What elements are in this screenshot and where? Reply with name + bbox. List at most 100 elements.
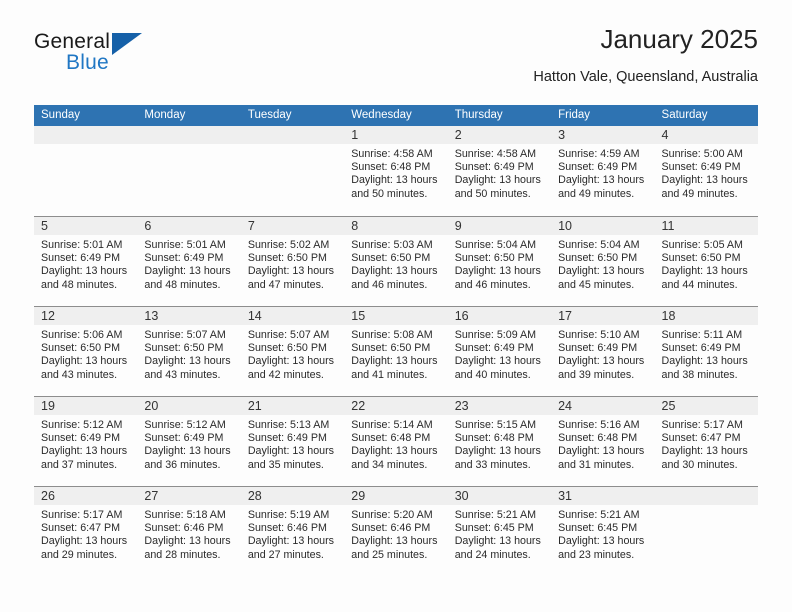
day-details: Sunrise: 5:17 AM Sunset: 6:47 PM Daylight:… [34,505,137,562]
day-cell[interactable]: 7 Sunrise: 5:02 AM Sunset: 6:50 PM Daylight… [240,217,345,306]
generalblue-logo[interactable]: General Blue [34,30,184,82]
sunrise-time: Sunrise: 5:05 AM [661,239,743,251]
day-cell[interactable]: 28 Sunrise: 5:19 AM Sunset: 6:46 PM Dayligh… [240,487,345,576]
daylight-duration-line2: and 37 minutes. [41,458,118,471]
daylight-duration-line2: and 41 minutes. [351,368,428,381]
day-details: Sunrise: 5:07 AM Sunset: 6:50 PM Daylight:… [137,325,240,382]
day-cell[interactable]: 16 Sunrise: 5:09 AM Sunset: 6:49 PM Dayligh… [447,307,552,396]
day-cell[interactable]: 6 Sunrise: 5:01 AM Sunset: 6:49 PM Daylight… [137,217,241,306]
day-cell[interactable]: 17 Sunrise: 5:10 AM Sunset: 6:49 PM Dayligh… [551,307,655,396]
weekday-header-wednesday: Wednesday [351,109,412,121]
day-details: Sunrise: 5:19 AM Sunset: 6:46 PM Daylight:… [241,505,344,562]
sunset-time: Sunset: 6:49 PM [41,252,121,265]
day-cell[interactable]: 21 Sunrise: 5:13 AM Sunset: 6:49 PM Dayligh… [240,397,345,486]
day-number: 15 [351,309,366,323]
day-details: Sunrise: 5:01 AM Sunset: 6:49 PM Daylight:… [137,235,240,292]
day-cell[interactable]: 18 Sunrise: 5:11 AM Sunset: 6:49 PM Dayligh… [654,307,758,396]
sunrise-time: Sunrise: 4:58 AM [351,148,433,160]
day-details: Sunrise: 5:13 AM Sunset: 6:49 PM Daylight:… [241,415,344,472]
day-cell[interactable]: 5 Sunrise: 5:01 AM Sunset: 6:49 PM Daylight… [34,217,138,306]
day-cell[interactable]: 4 Sunrise: 5:00 AM Sunset: 6:49 PM Daylight… [654,126,758,216]
sunset-time: Sunset: 6:50 PM [247,342,327,355]
day-cell[interactable]: 29 Sunrise: 5:20 AM Sunset: 6:46 PM Dayligh… [344,487,448,576]
weekday-header-friday: Friday [558,109,591,121]
day-number: 28 [247,489,262,503]
day-number: 30 [454,489,469,503]
day-cell[interactable]: 1 Sunrise: 4:58 AM Sunset: 6:48 PM Daylight… [344,126,448,216]
day-cell[interactable]: 8 Sunrise: 5:03 AM Sunset: 6:50 PM Daylight… [344,217,448,306]
day-number-bar [240,217,345,235]
daylight-duration-line2: and 42 minutes. [247,368,324,381]
day-cell[interactable]: 26 Sunrise: 5:17 AM Sunset: 6:47 PM Dayligh… [34,487,138,576]
day-cell[interactable]: 24 Sunrise: 5:16 AM Sunset: 6:48 PM Dayligh… [551,397,655,486]
day-cell[interactable]: 12 Sunrise: 5:06 AM Sunset: 6:50 PM Dayligh… [34,307,138,396]
day-number: 6 [144,219,152,233]
daylight-duration-line2: and 23 minutes. [558,548,635,561]
day-cell[interactable]: 20 Sunrise: 5:12 AM Sunset: 6:49 PM Dayligh… [137,397,241,486]
day-number-bar [551,126,655,144]
daylight-duration-line1: Daylight: 13 hours [351,355,438,368]
day-details: Sunrise: 5:03 AM Sunset: 6:50 PM Daylight:… [344,235,447,292]
day-cell[interactable]: 15 Sunrise: 5:08 AM Sunset: 6:50 PM Dayligh… [344,307,448,396]
daylight-duration-line2: and 44 minutes. [661,278,738,291]
day-number: 25 [661,399,676,413]
day-cell[interactable]: 14 Sunrise: 5:07 AM Sunset: 6:50 PM Dayligh… [240,307,345,396]
daylight-duration-line2: and 45 minutes. [558,278,635,291]
day-cell[interactable]: 2 Sunrise: 4:58 AM Sunset: 6:49 PM Daylight… [447,126,552,216]
daylight-duration-line1: Daylight: 13 hours [351,445,438,458]
sunset-time: Sunset: 6:48 PM [558,432,638,445]
day-number-bar [447,126,552,144]
daylight-duration-line2: and 43 minutes. [41,368,118,381]
weekday-header-thursday: Thursday [454,109,503,121]
sunrise-time: Sunrise: 5:09 AM [454,329,537,341]
day-number: 13 [144,309,159,323]
daylight-duration-line1: Daylight: 13 hours [247,535,334,548]
sunrise-time: Sunrise: 5:01 AM [144,239,226,251]
day-details: Sunrise: 5:21 AM Sunset: 6:45 PM Daylight:… [551,505,654,562]
sunrise-time: Sunrise: 5:11 AM [661,329,743,341]
day-cell[interactable]: 31 Sunrise: 5:21 AM Sunset: 6:45 PM Dayligh… [551,487,655,576]
day-cell[interactable]: 27 Sunrise: 5:18 AM Sunset: 6:46 PM Dayligh… [137,487,241,576]
sunrise-time: Sunrise: 4:59 AM [558,148,640,160]
day-number-bar [137,217,241,235]
day-cell[interactable]: 9 Sunrise: 5:04 AM Sunset: 6:50 PM Daylight… [447,217,552,306]
daylight-duration-line2: and 39 minutes. [558,368,635,381]
day-cell[interactable]: 25 Sunrise: 5:17 AM Sunset: 6:47 PM Dayligh… [654,397,758,486]
day-details: Sunrise: 5:00 AM Sunset: 6:49 PM Daylight:… [655,144,758,201]
day-details: Sunrise: 5:20 AM Sunset: 6:46 PM Daylight:… [344,505,447,562]
sunrise-time: Sunrise: 5:02 AM [247,239,330,251]
day-cell[interactable]: 13 Sunrise: 5:07 AM Sunset: 6:50 PM Dayligh… [137,307,241,396]
day-number: 14 [247,309,262,323]
sunrise-time: Sunrise: 5:06 AM [41,329,123,341]
day-number: 29 [351,489,366,503]
month-calendar: Sunday Monday Tuesday Wednesday Thursday Frid… [34,105,758,576]
daylight-duration-line1: Daylight: 13 hours [41,535,128,548]
day-number-bar [344,217,448,235]
day-details: Sunrise: 5:14 AM Sunset: 6:48 PM Daylight:… [344,415,447,472]
day-number: 1 [351,128,359,142]
day-number: 7 [247,219,255,233]
day-cell[interactable]: 30 Sunrise: 5:21 AM Sunset: 6:45 PM Dayligh… [447,487,552,576]
day-cell[interactable]: 19 Sunrise: 5:12 AM Sunset: 6:49 PM Dayligh… [34,397,138,486]
day-number-bar [240,126,345,144]
sunrise-time: Sunrise: 5:04 AM [454,239,537,251]
sunset-time: Sunset: 6:49 PM [454,161,534,174]
day-cell[interactable]: 10 Sunrise: 5:04 AM Sunset: 6:50 PM Dayligh… [551,217,655,306]
daylight-duration-line2: and 48 minutes. [144,278,221,291]
sunset-time: Sunset: 6:49 PM [558,161,638,174]
sunset-time: Sunset: 6:50 PM [454,252,534,265]
day-number: 17 [558,309,573,323]
day-cell[interactable]: 22 Sunrise: 5:14 AM Sunset: 6:48 PM Dayligh… [344,397,448,486]
daylight-duration-line2: and 33 minutes. [454,458,531,471]
day-cell[interactable]: 3 Sunrise: 4:59 AM Sunset: 6:49 PM Daylight… [551,126,655,216]
day-details: Sunrise: 5:18 AM Sunset: 6:46 PM Daylight:… [137,505,240,562]
sunrise-time: Sunrise: 5:12 AM [41,419,123,431]
page-title: January 2025 [600,24,758,54]
daylight-duration-line2: and 30 minutes. [661,458,738,471]
sunset-time: Sunset: 6:46 PM [247,522,327,535]
daylight-duration-line2: and 29 minutes. [41,548,118,561]
day-cell[interactable]: 23 Sunrise: 5:15 AM Sunset: 6:48 PM Dayligh… [447,397,552,486]
day-cell[interactable]: 11 Sunrise: 5:05 AM Sunset: 6:50 PM Dayligh… [654,217,758,306]
day-details: Sunrise: 5:01 AM Sunset: 6:49 PM Daylight:… [34,235,137,292]
sunrise-time: Sunrise: 5:07 AM [247,329,330,341]
